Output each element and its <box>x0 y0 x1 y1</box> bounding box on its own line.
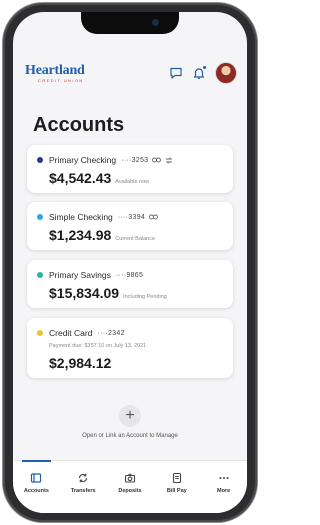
account-name: Simple Checking <box>49 212 113 222</box>
balance-label: Available now <box>115 179 150 185</box>
top-bar: Heartland CREDIT UNION <box>13 58 247 88</box>
transfer-icon <box>166 156 173 164</box>
tab-accounts[interactable]: Accounts <box>13 460 60 513</box>
phone-frame: Heartland CREDIT UNION Accounts Primary … <box>3 3 257 522</box>
tab-label: Accounts <box>23 488 49 494</box>
more-icon <box>219 477 229 479</box>
account-balance: $15,834.09 <box>49 285 120 301</box>
balance-label: Including Pending <box>123 294 167 300</box>
account-card-simple-checking[interactable]: Simple Checking ····3394 $1,234.98 Curre… <box>27 202 233 250</box>
tab-transfers[interactable]: Transfers <box>60 461 107 513</box>
tab-label: Transfers <box>70 488 96 494</box>
balance-label: Current Balance <box>115 236 156 242</box>
account-card-primary-checking[interactable]: Primary Checking ····3253 $4,542.43 Avai… <box>27 145 233 193</box>
account-balance: $4,542.43 <box>49 170 112 186</box>
top-icons <box>169 62 237 84</box>
add-account-label[interactable]: Open or Link an Account to Manage <box>13 433 247 439</box>
balance-row: $2,984.12 <box>49 355 111 371</box>
tab-deposits[interactable]: Deposits <box>107 461 154 513</box>
transfers-icon <box>79 473 88 483</box>
plus-icon[interactable]: + <box>119 405 141 427</box>
account-color-dot <box>37 272 43 278</box>
heartland-logo: Heartland CREDIT UNION <box>25 63 85 84</box>
account-card-primary-savings[interactable]: Primary Savings ····9865 $15,834.09 Incl… <box>27 260 233 308</box>
camera-icon <box>124 473 136 483</box>
link-icon <box>149 214 159 220</box>
notifications-button[interactable] <box>192 65 207 80</box>
logo-subtitle: CREDIT UNION <box>38 78 84 83</box>
link-icon <box>152 157 162 163</box>
account-color-dot <box>37 214 43 220</box>
avatar[interactable] <box>215 62 237 84</box>
balance-row: $4,542.43 Available now <box>49 170 149 186</box>
account-name: Primary Checking <box>49 155 117 165</box>
account-header: Credit Card ····2342 <box>37 328 125 338</box>
tab-more[interactable]: More <box>200 461 247 513</box>
notification-badge <box>202 65 207 70</box>
page-title: Accounts <box>33 114 125 136</box>
logo-wordmark: Heartland <box>25 63 85 78</box>
account-color-dot <box>37 157 43 163</box>
account-header: Primary Checking ····3253 <box>37 155 173 165</box>
account-number: ····2342 <box>97 329 125 337</box>
bill-icon <box>172 472 181 484</box>
balance-row: $1,234.98 Current Balance <box>49 227 155 243</box>
account-balance: $1,234.98 <box>49 227 112 243</box>
account-color-dot <box>37 330 43 336</box>
account-card-credit-card[interactable]: Credit Card ····2342 Payment due: $357.1… <box>27 318 233 378</box>
account-number: ····3253 <box>121 156 149 164</box>
account-number: ····3394 <box>117 213 146 221</box>
add-account-section: + Open or Link an Account to Manage <box>13 405 247 439</box>
chat-icon[interactable] <box>169 66 183 80</box>
app-screen: Heartland CREDIT UNION Accounts Primary … <box>13 12 247 513</box>
device-notch <box>81 12 179 34</box>
tab-bill-pay[interactable]: Bill Pay <box>153 461 200 513</box>
account-name: Credit Card <box>49 328 93 338</box>
tab-label: Bill Pay <box>166 488 187 494</box>
account-name: Primary Savings <box>49 270 111 280</box>
tab-label: Deposits <box>118 488 142 494</box>
account-header: Simple Checking ····3394 <box>37 212 159 222</box>
accounts-icon <box>31 473 42 483</box>
bottom-tab-bar: Accounts Transfers Deposits Bill Pay Mor… <box>13 460 247 513</box>
account-balance: $2,984.12 <box>49 355 112 371</box>
account-number: ····9865 <box>115 271 144 279</box>
payment-due-text: Payment due: $357.10 on July 13, 2021 <box>49 343 147 349</box>
balance-row: $15,834.09 Including Pending <box>49 285 167 301</box>
account-header: Primary Savings ····9865 <box>37 270 143 280</box>
tab-label: More <box>217 488 231 494</box>
